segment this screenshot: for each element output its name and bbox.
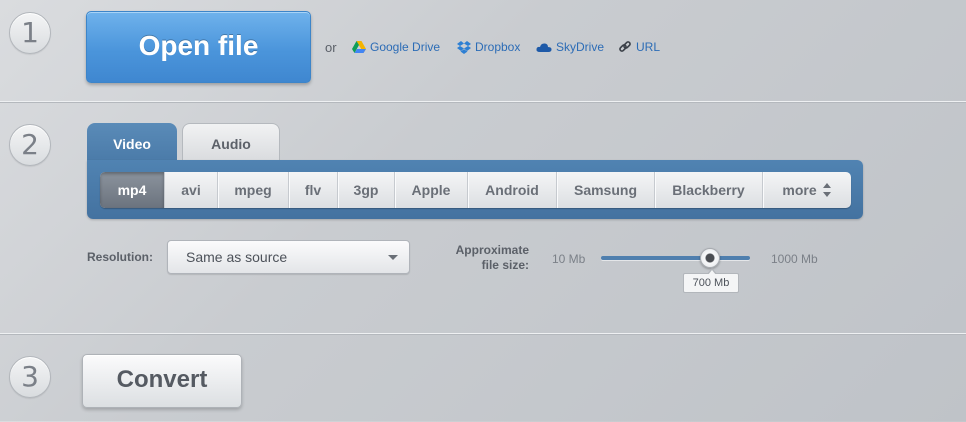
tab-audio[interactable]: Audio — [182, 123, 280, 160]
sort-arrows-icon — [822, 183, 832, 198]
skydrive-icon — [536, 42, 552, 53]
tab-video[interactable]: Video — [87, 123, 177, 163]
step-number-2: 2 — [9, 124, 51, 166]
format-more[interactable]: more — [763, 172, 851, 208]
format-mp4[interactable]: mp4 — [100, 172, 165, 208]
format-bar: mp4 avi mpeg flv 3gp Apple Android Samsu… — [100, 172, 851, 208]
format-more-label: more — [782, 182, 817, 198]
google-drive-icon — [352, 41, 366, 53]
resolution-value: Same as source — [186, 249, 288, 265]
file-size-min: 10 Mb — [552, 252, 586, 266]
file-size-max: 1000 Mb — [771, 252, 818, 266]
format-3gp[interactable]: 3gp — [338, 172, 395, 208]
chevron-down-icon — [388, 255, 398, 260]
file-size-slider-track[interactable] — [601, 256, 750, 260]
or-text: or — [325, 40, 337, 55]
step-1-section: 1 Open file or Google Drive Dropbox SkyD… — [0, 0, 966, 101]
file-size-value-tooltip: 700 Mb — [683, 268, 739, 293]
format-flv[interactable]: flv — [289, 172, 338, 208]
step-number-1: 1 — [9, 12, 51, 54]
resolution-label: Resolution: — [87, 250, 153, 264]
url-label: URL — [636, 40, 661, 54]
format-blackberry[interactable]: Blackberry — [655, 172, 763, 208]
format-android[interactable]: Android — [468, 172, 557, 208]
link-icon — [618, 40, 632, 54]
format-panel: mp4 avi mpeg flv 3gp Apple Android Samsu… — [87, 160, 863, 219]
format-mpeg[interactable]: mpeg — [218, 172, 289, 208]
file-size-label-line2: file size: — [481, 258, 529, 272]
dropbox-link[interactable]: Dropbox — [457, 40, 520, 54]
resolution-select[interactable]: Same as source — [167, 240, 410, 274]
url-link[interactable]: URL — [618, 40, 660, 54]
convert-button[interactable]: Convert — [82, 354, 242, 408]
dropbox-label: Dropbox — [475, 40, 521, 54]
dropbox-icon — [457, 40, 471, 54]
file-size-slider-handle[interactable] — [700, 248, 720, 268]
file-size-label-line1: Approximate — [455, 243, 529, 257]
skydrive-link[interactable]: SkyDrive — [536, 40, 604, 54]
google-drive-label: Google Drive — [370, 40, 441, 54]
format-avi[interactable]: avi — [165, 172, 218, 208]
open-file-button[interactable]: Open file — [86, 11, 311, 83]
google-drive-link[interactable]: Google Drive — [352, 40, 440, 54]
format-samsung[interactable]: Samsung — [557, 172, 655, 208]
file-size-label: Approximate file size: — [440, 243, 529, 273]
skydrive-label: SkyDrive — [556, 40, 605, 54]
format-apple[interactable]: Apple — [395, 172, 468, 208]
step-number-3: 3 — [9, 356, 51, 398]
